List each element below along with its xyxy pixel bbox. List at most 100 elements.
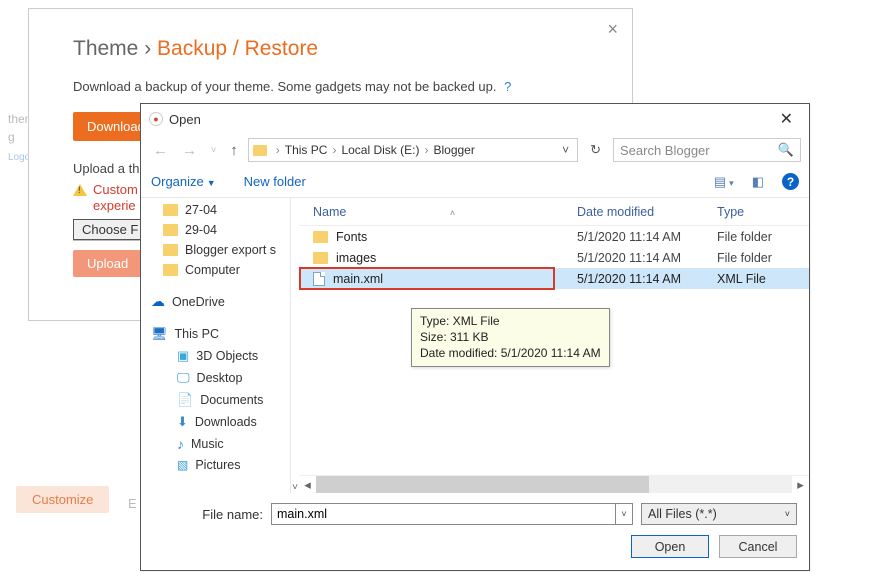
list-item[interactable]: Fonts 5/1/2020 11:14 AM File folder — [299, 226, 809, 247]
warning-text: Custom experie — [93, 182, 138, 213]
column-headers[interactable]: Name ˄ Date modified Type — [299, 198, 809, 226]
breadcrumb-item[interactable]: Blogger — [433, 143, 474, 157]
tree-folder[interactable]: 29-04 — [141, 220, 290, 240]
filter-label: All Files (*.*) — [648, 507, 717, 521]
warn-line1: Custom — [93, 182, 138, 198]
tree-music[interactable]: ♪Music — [141, 433, 290, 455]
file-icon — [313, 272, 325, 286]
tree-folder[interactable]: 27-04 — [141, 200, 290, 220]
close-window-button[interactable]: ✕ — [772, 107, 801, 131]
upload-button[interactable]: Upload — [73, 250, 142, 277]
file-type: File folder — [717, 251, 809, 265]
nav-forward-button[interactable]: → — [178, 142, 201, 159]
file-date: 5/1/2020 11:14 AM — [577, 230, 717, 244]
breadcrumb-item[interactable]: This PC — [285, 143, 328, 157]
file-date: 5/1/2020 11:14 AM — [577, 251, 717, 265]
tree-folder[interactable]: Blogger export s — [141, 240, 290, 260]
file-name: images — [336, 251, 376, 265]
nav-back-button[interactable]: ← — [149, 142, 172, 159]
scroll-track[interactable] — [316, 476, 792, 493]
column-name[interactable]: Name ˄ — [299, 205, 577, 219]
warning-icon — [73, 184, 87, 196]
filename-input[interactable] — [271, 503, 616, 525]
breadcrumb[interactable]: › This PC › Local Disk (E:) › Blogger ˅ — [248, 138, 578, 162]
file-list[interactable]: Fonts 5/1/2020 11:14 AM File folder imag… — [299, 226, 809, 475]
file-type: XML File — [717, 272, 809, 286]
search-icon[interactable]: 🔍 — [778, 142, 794, 158]
tree-label: 27-04 — [185, 203, 217, 217]
chrome-icon: ● — [149, 112, 163, 126]
list-item-selected[interactable]: main.xml 5/1/2020 11:14 AM XML File — [299, 268, 809, 289]
tree-3d-objects[interactable]: ▣3D Objects — [141, 345, 290, 367]
customize-button[interactable]: Customize — [16, 486, 109, 513]
column-type[interactable]: Type — [717, 205, 809, 219]
tree-label: Blogger export s — [185, 243, 276, 257]
open-button[interactable]: Open — [631, 535, 709, 558]
tree-onedrive[interactable]: ☁ OneDrive — [141, 290, 290, 313]
new-folder-button[interactable]: New folder — [244, 174, 306, 189]
title-prefix: Theme › — [73, 37, 157, 60]
file-type: File folder — [717, 230, 809, 244]
scroll-left-button[interactable]: ◂ — [299, 476, 316, 493]
monitor-icon: 🖥 — [151, 326, 168, 342]
tree-scroll-down[interactable]: ˅ — [291, 482, 299, 493]
nav-recent-dropdown[interactable]: ˅ — [207, 145, 220, 155]
cube-icon: ▣ — [177, 348, 189, 364]
horizontal-scrollbar[interactable]: ◂ ▸ — [299, 475, 809, 493]
music-icon: ♪ — [177, 436, 184, 452]
dialog-title: Theme › Backup / Restore — [73, 37, 588, 61]
list-item[interactable]: images 5/1/2020 11:14 AM File folder — [299, 247, 809, 268]
refresh-button[interactable]: ↻ — [584, 142, 607, 158]
help-icon[interactable]: ? — [504, 79, 511, 94]
tree-desktop[interactable]: 🖵Desktop — [141, 367, 290, 389]
folder-icon — [253, 145, 267, 156]
folder-tree[interactable]: 27-04 29-04 Blogger export s Computer ☁ O… — [141, 198, 291, 493]
breadcrumb-item[interactable]: Local Disk (E:) — [341, 143, 419, 157]
column-date[interactable]: Date modified — [577, 205, 717, 219]
file-open-dialog: ● Open ✕ ← → ˅ ↑ › This PC › Local Disk … — [140, 103, 810, 571]
picture-icon: ▧ — [177, 458, 188, 472]
file-name: Fonts — [336, 230, 367, 244]
folder-icon — [313, 231, 328, 243]
scroll-right-button[interactable]: ▸ — [792, 476, 809, 493]
tree-pictures[interactable]: ▧Pictures — [141, 455, 290, 475]
search-input[interactable]: Search Blogger 🔍 — [613, 138, 801, 162]
col-name-label: Name — [313, 205, 346, 219]
help-button[interactable]: ? — [782, 173, 799, 190]
tree-thispc[interactable]: 🖥 This PC — [141, 323, 290, 345]
nav-up-button[interactable]: ↑ — [226, 142, 242, 159]
tree-label: This PC — [175, 327, 219, 341]
folder-icon — [163, 204, 178, 216]
organize-menu[interactable]: Organize▼ — [151, 174, 216, 189]
folder-icon — [163, 224, 178, 236]
view-mode-button[interactable]: ▤▾ — [714, 174, 734, 190]
filename-history-dropdown[interactable]: ˅ — [616, 503, 633, 525]
window-title: Open — [169, 112, 772, 127]
bg-e-text: E — [128, 496, 137, 511]
cloud-icon: ☁ — [151, 293, 165, 310]
folder-icon — [313, 252, 328, 264]
tree-documents[interactable]: 📄Documents — [141, 389, 290, 411]
choose-file-button[interactable]: Choose F — [73, 219, 147, 240]
file-name: main.xml — [333, 272, 383, 286]
folder-icon — [163, 264, 178, 276]
tree-label: Downloads — [195, 415, 257, 429]
scroll-thumb[interactable] — [316, 476, 649, 493]
search-placeholder: Search Blogger — [620, 143, 710, 158]
chevron-down-icon: ▼ — [207, 178, 216, 188]
file-type-filter[interactable]: All Files (*.*) ˅ — [641, 503, 797, 525]
file-date: 5/1/2020 11:14 AM — [577, 272, 717, 286]
cancel-button[interactable]: Cancel — [719, 535, 797, 558]
folder-icon — [163, 244, 178, 256]
tooltip-line: Type: XML File — [420, 313, 601, 329]
tree-label: OneDrive — [172, 295, 225, 309]
close-icon[interactable]: × — [607, 19, 618, 40]
tooltip-line: Size: 311 KB — [420, 329, 601, 345]
tree-folder[interactable]: Computer — [141, 260, 290, 280]
filename-label: File name: — [153, 507, 263, 522]
document-icon: 📄 — [177, 392, 193, 408]
breadcrumb-dropdown[interactable]: ˅ — [558, 143, 573, 157]
tooltip-line: Date modified: 5/1/2020 11:14 AM — [420, 345, 601, 361]
preview-pane-button[interactable]: ◧ — [752, 174, 764, 190]
tree-downloads[interactable]: ⬇Downloads — [141, 411, 290, 433]
